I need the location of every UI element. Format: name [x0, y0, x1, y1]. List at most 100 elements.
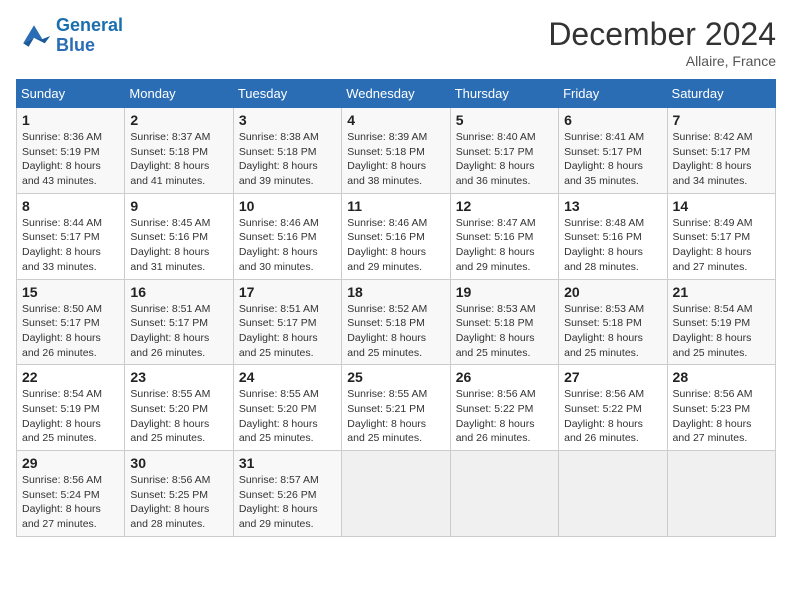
day-detail: Sunrise: 8:36 AMSunset: 5:19 PMDaylight:…: [22, 130, 119, 189]
day-number: 14: [673, 198, 770, 214]
calendar-day-cell: 19 Sunrise: 8:53 AMSunset: 5:18 PMDayligh…: [450, 279, 558, 365]
calendar-day-cell: [559, 451, 667, 537]
calendar-day-cell: 16Sunrise: 8:51 AMSunset: 5:17 PMDayligh…: [125, 279, 233, 365]
calendar-day-cell: 18Sunrise: 8:52 AMSunset: 5:18 PMDayligh…: [342, 279, 450, 365]
calendar-day-cell: 27 Sunrise: 8:56 AMSunset: 5:22 PMDayligh…: [559, 365, 667, 451]
day-number: 24: [239, 369, 336, 385]
calendar-day-cell: 20Sunrise: 8:53 AMSunset: 5:18 PMDayligh…: [559, 279, 667, 365]
day-number: 9: [130, 198, 227, 214]
day-number: 20: [564, 284, 661, 300]
calendar-day-cell: 28 Sunrise: 8:56 AMSunset: 5:23 PMDayligh…: [667, 365, 775, 451]
calendar-day-cell: [667, 451, 775, 537]
calendar-day-cell: 7 Sunrise: 8:42 AMSunset: 5:17 PMDaylight…: [667, 108, 775, 194]
calendar-week-row: 8Sunrise: 8:44 AMSunset: 5:17 PMDaylight…: [17, 193, 776, 279]
calendar-day-cell: [342, 451, 450, 537]
day-number: 4: [347, 112, 444, 128]
day-detail: Sunrise: 8:48 AMSunset: 5:16 PMDaylight:…: [564, 216, 661, 275]
day-number: 10: [239, 198, 336, 214]
weekday-header-row: SundayMondayTuesdayWednesdayThursdayFrid…: [17, 80, 776, 108]
day-detail: Sunrise: 8:53 AMSunset: 5:18 PMDaylight:…: [456, 302, 553, 361]
calendar-day-cell: 10 Sunrise: 8:46 AMSunset: 5:16 PMDayligh…: [233, 193, 341, 279]
calendar-day-cell: 2 Sunrise: 8:37 AMSunset: 5:18 PMDaylight…: [125, 108, 233, 194]
calendar-week-row: 1 Sunrise: 8:36 AMSunset: 5:19 PMDaylight…: [17, 108, 776, 194]
day-detail: Sunrise: 8:47 AMSunset: 5:16 PMDaylight:…: [456, 216, 553, 275]
title-block: December 2024 Allaire, France: [548, 16, 776, 69]
calendar-week-row: 29Sunrise: 8:56 AMSunset: 5:24 PMDayligh…: [17, 451, 776, 537]
weekday-header-cell: Tuesday: [233, 80, 341, 108]
calendar-day-cell: 25Sunrise: 8:55 AMSunset: 5:21 PMDayligh…: [342, 365, 450, 451]
day-number: 5: [456, 112, 553, 128]
day-detail: Sunrise: 8:57 AMSunset: 5:26 PMDaylight:…: [239, 473, 336, 532]
day-number: 21: [673, 284, 770, 300]
weekday-header-cell: Thursday: [450, 80, 558, 108]
calendar-table: SundayMondayTuesdayWednesdayThursdayFrid…: [16, 79, 776, 537]
day-detail: Sunrise: 8:41 AMSunset: 5:17 PMDaylight:…: [564, 130, 661, 189]
calendar-day-cell: 4 Sunrise: 8:39 AMSunset: 5:18 PMDaylight…: [342, 108, 450, 194]
calendar-day-cell: 12 Sunrise: 8:47 AMSunset: 5:16 PMDayligh…: [450, 193, 558, 279]
day-number: 12: [456, 198, 553, 214]
day-number: 3: [239, 112, 336, 128]
page-header: General Blue December 2024 Allaire, Fran…: [16, 16, 776, 69]
day-detail: Sunrise: 8:45 AMSunset: 5:16 PMDaylight:…: [130, 216, 227, 275]
day-number: 22: [22, 369, 119, 385]
calendar-day-cell: 24 Sunrise: 8:55 AMSunset: 5:20 PMDayligh…: [233, 365, 341, 451]
day-detail: Sunrise: 8:49 AMSunset: 5:17 PMDaylight:…: [673, 216, 770, 275]
calendar-day-cell: 5Sunrise: 8:40 AMSunset: 5:17 PMDaylight…: [450, 108, 558, 194]
day-number: 30: [130, 455, 227, 471]
day-detail: Sunrise: 8:51 AMSunset: 5:17 PMDaylight:…: [130, 302, 227, 361]
calendar-day-cell: 21 Sunrise: 8:54 AMSunset: 5:19 PMDayligh…: [667, 279, 775, 365]
day-detail: Sunrise: 8:55 AMSunset: 5:20 PMDaylight:…: [130, 387, 227, 446]
weekday-header-cell: Monday: [125, 80, 233, 108]
day-number: 29: [22, 455, 119, 471]
day-detail: Sunrise: 8:54 AMSunset: 5:19 PMDaylight:…: [673, 302, 770, 361]
day-number: 15: [22, 284, 119, 300]
day-detail: Sunrise: 8:56 AMSunset: 5:22 PMDaylight:…: [456, 387, 553, 446]
calendar-day-cell: 1 Sunrise: 8:36 AMSunset: 5:19 PMDaylight…: [17, 108, 125, 194]
day-detail: Sunrise: 8:37 AMSunset: 5:18 PMDaylight:…: [130, 130, 227, 189]
calendar-day-cell: [450, 451, 558, 537]
day-detail: Sunrise: 8:38 AMSunset: 5:18 PMDaylight:…: [239, 130, 336, 189]
day-number: 7: [673, 112, 770, 128]
calendar-day-cell: 22Sunrise: 8:54 AMSunset: 5:19 PMDayligh…: [17, 365, 125, 451]
calendar-day-cell: 30Sunrise: 8:56 AMSunset: 5:25 PMDayligh…: [125, 451, 233, 537]
day-number: 23: [130, 369, 227, 385]
logo: General Blue: [16, 16, 123, 56]
day-number: 11: [347, 198, 444, 214]
day-detail: Sunrise: 8:50 AMSunset: 5:17 PMDaylight:…: [22, 302, 119, 361]
calendar-day-cell: 9 Sunrise: 8:45 AMSunset: 5:16 PMDaylight…: [125, 193, 233, 279]
day-detail: Sunrise: 8:42 AMSunset: 5:17 PMDaylight:…: [673, 130, 770, 189]
day-number: 1: [22, 112, 119, 128]
calendar-week-row: 22Sunrise: 8:54 AMSunset: 5:19 PMDayligh…: [17, 365, 776, 451]
day-number: 18: [347, 284, 444, 300]
day-detail: Sunrise: 8:55 AMSunset: 5:21 PMDaylight:…: [347, 387, 444, 446]
calendar-day-cell: 11Sunrise: 8:46 AMSunset: 5:16 PMDayligh…: [342, 193, 450, 279]
day-number: 19: [456, 284, 553, 300]
day-detail: Sunrise: 8:44 AMSunset: 5:17 PMDaylight:…: [22, 216, 119, 275]
day-number: 6: [564, 112, 661, 128]
calendar-day-cell: 29Sunrise: 8:56 AMSunset: 5:24 PMDayligh…: [17, 451, 125, 537]
calendar-day-cell: 17 Sunrise: 8:51 AMSunset: 5:17 PMDayligh…: [233, 279, 341, 365]
calendar-day-cell: 14 Sunrise: 8:49 AMSunset: 5:17 PMDayligh…: [667, 193, 775, 279]
calendar-body: 1 Sunrise: 8:36 AMSunset: 5:19 PMDaylight…: [17, 108, 776, 537]
calendar-day-cell: 26 Sunrise: 8:56 AMSunset: 5:22 PMDayligh…: [450, 365, 558, 451]
month-title: December 2024: [548, 16, 776, 53]
day-number: 28: [673, 369, 770, 385]
calendar-day-cell: 31Sunrise: 8:57 AMSunset: 5:26 PMDayligh…: [233, 451, 341, 537]
day-detail: Sunrise: 8:56 AMSunset: 5:22 PMDaylight:…: [564, 387, 661, 446]
logo-icon: [16, 18, 52, 54]
weekday-header-cell: Saturday: [667, 80, 775, 108]
calendar-day-cell: 6 Sunrise: 8:41 AMSunset: 5:17 PMDaylight…: [559, 108, 667, 194]
day-detail: Sunrise: 8:39 AMSunset: 5:18 PMDaylight:…: [347, 130, 444, 189]
day-detail: Sunrise: 8:56 AMSunset: 5:23 PMDaylight:…: [673, 387, 770, 446]
calendar-day-cell: 15 Sunrise: 8:50 AMSunset: 5:17 PMDayligh…: [17, 279, 125, 365]
day-number: 27: [564, 369, 661, 385]
logo-text: General Blue: [56, 16, 123, 56]
calendar-day-cell: 23 Sunrise: 8:55 AMSunset: 5:20 PMDayligh…: [125, 365, 233, 451]
day-detail: Sunrise: 8:46 AMSunset: 5:16 PMDaylight:…: [239, 216, 336, 275]
day-number: 26: [456, 369, 553, 385]
day-detail: Sunrise: 8:51 AMSunset: 5:17 PMDaylight:…: [239, 302, 336, 361]
weekday-header-cell: Friday: [559, 80, 667, 108]
day-detail: Sunrise: 8:55 AMSunset: 5:20 PMDaylight:…: [239, 387, 336, 446]
day-number: 2: [130, 112, 227, 128]
day-number: 17: [239, 284, 336, 300]
